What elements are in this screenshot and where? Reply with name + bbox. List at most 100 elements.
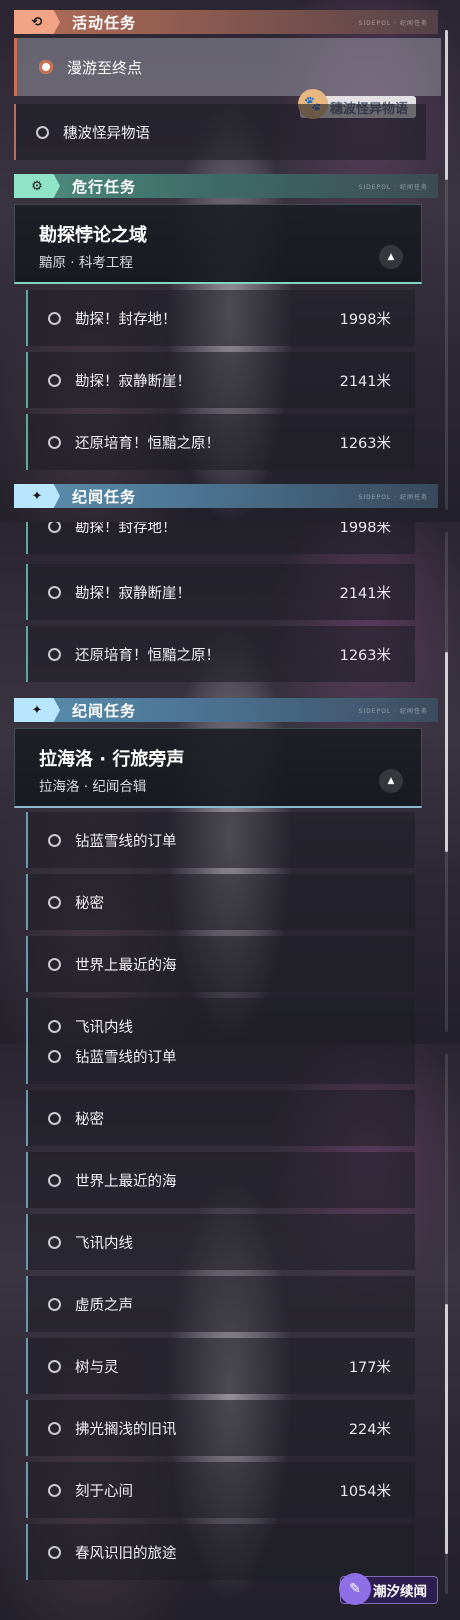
scrollbar[interactable]: [445, 532, 448, 1032]
task-row[interactable]: 还原培育！恒黯之原！ 1263米: [26, 626, 415, 682]
radio-icon: [48, 647, 61, 661]
task-name: 勘探！寂静断崖！: [75, 585, 191, 602]
task-row[interactable]: 钻蓝雪线的订单: [26, 812, 415, 868]
quest-group-card[interactable]: 拉海洛 · 行旅旁声 拉海洛 · 纪闻合辑 ▲: [14, 728, 422, 808]
task-distance: 2141米: [339, 373, 391, 390]
task-row[interactable]: 拂光搁浅的旧讯 224米: [26, 1400, 415, 1456]
quest-panel-segment-3: 钻蓝雪线的订单 秘密 世界上最近的海 飞讯内线 虚质之声 树与灵 177米 拂光…: [0, 1044, 460, 1620]
radio-icon: [48, 373, 61, 387]
task-name: 刻于心间: [75, 1483, 133, 1500]
task-row[interactable]: 还原培育！恒黯之原！ 1263米: [26, 414, 415, 470]
task-distance: 1054米: [339, 1483, 391, 1500]
task-row[interactable]: 树与灵 177米: [26, 1338, 415, 1394]
category-label: 纪闻任务: [72, 487, 137, 506]
scrollbar-thumb[interactable]: [445, 30, 448, 180]
task-name: 秘密: [75, 1111, 104, 1128]
task-row[interactable]: 飞讯内线: [26, 1214, 415, 1270]
radio-icon: [48, 522, 61, 533]
task-row[interactable]: 勘探！封存地！ 1998米: [26, 290, 415, 346]
category-header-chronicle[interactable]: ✦ 纪闻任务 SIDEPOL · 纪闻任务: [14, 484, 438, 508]
category-label: 活动任务: [72, 13, 137, 32]
alert-gear-icon: ⚙: [14, 174, 60, 198]
task-name: 秘密: [75, 895, 104, 912]
task-row[interactable]: 飞讯内线: [26, 998, 415, 1044]
header-decoration: SIDEPOL · 纪闻任务: [358, 19, 428, 27]
task-distance: 2141米: [339, 585, 391, 602]
sparkle-icon: ✦: [14, 484, 60, 508]
task-name: 勘探！寂静断崖！: [75, 373, 191, 390]
radio-icon: [48, 957, 61, 971]
task-distance: 1263米: [339, 647, 391, 664]
task-name: 世界上最近的海: [75, 1173, 177, 1190]
radio-icon: [48, 435, 61, 449]
header-decoration: SIDEPOL · 纪闻任务: [358, 707, 428, 715]
radio-icon: [48, 895, 61, 909]
scrollbar-thumb[interactable]: [445, 652, 448, 852]
header-decoration: SIDEPOL · 纪闻任务: [358, 183, 428, 191]
header-decoration: SIDEPOL · 纪闻任务: [358, 493, 428, 501]
radio-icon: [48, 1297, 61, 1311]
radio-icon: [48, 1235, 61, 1249]
radio-icon: [48, 1049, 61, 1063]
radio-icon: [48, 1019, 61, 1033]
scrollbar[interactable]: [445, 30, 448, 510]
task-row[interactable]: 刻于心间 1054米: [26, 1462, 415, 1518]
category-header-chronicle[interactable]: ✦ 纪闻任务 SIDEPOL · 纪闻任务: [14, 698, 438, 722]
triangle-up-icon[interactable]: ▲: [379, 769, 403, 793]
quest-group-card[interactable]: 勘探悖论之域 黯原 · 科考工程 ▲: [14, 204, 422, 284]
refresh-icon: ⟲: [14, 10, 60, 34]
task-name: 还原培育！恒黯之原！: [75, 435, 220, 452]
radio-icon: [48, 1111, 61, 1125]
task-row[interactable]: 世界上最近的海: [26, 936, 415, 992]
radio-selected-icon: [39, 60, 53, 74]
task-row[interactable]: 秘密: [26, 874, 415, 930]
radio-icon: [48, 833, 61, 847]
task-row[interactable]: 虚质之声: [26, 1276, 415, 1332]
quest-group-subtitle: 黯原 · 科考工程: [39, 255, 133, 271]
scrollbar-thumb[interactable]: [445, 1304, 448, 1554]
radio-icon: [48, 1421, 61, 1435]
task-row[interactable]: 勘探！寂静断崖！ 2141米: [26, 352, 415, 408]
triangle-up-icon[interactable]: ▲: [379, 245, 403, 269]
quest-panel-segment-2: 勘探！封存地！ 1998米 勘探！寂静断崖！ 2141米 还原培育！恒黯之原！ …: [0, 522, 460, 1044]
radio-icon: [48, 1359, 61, 1373]
quest-group-title: 拉海洛 · 行旅旁声: [39, 749, 185, 770]
task-distance: 1998米: [339, 311, 391, 328]
task-name: 勘探！封存地！: [75, 311, 177, 328]
task-name: 拂光搁浅的旧讯: [75, 1421, 177, 1438]
task-name: 虚质之声: [75, 1297, 133, 1314]
tidal-event-badge[interactable]: ✎ 潮汐续闻: [339, 1573, 438, 1605]
category-header-activity[interactable]: ⟲ 活动任务 SIDEPOL · 纪闻任务: [14, 10, 438, 34]
task-name: 漫游至终点: [67, 58, 143, 77]
quest-panel-segment-1: ⟲ 活动任务 SIDEPOL · 纪闻任务 漫游至终点 🐾 穗波怪异物语 穗波怪…: [0, 0, 460, 522]
task-name: 树与灵: [75, 1359, 119, 1376]
radio-icon: [48, 1173, 61, 1187]
task-row-selected[interactable]: 漫游至终点: [14, 38, 441, 96]
task-distance: 1998米: [339, 522, 391, 536]
task-distance: 1263米: [339, 435, 391, 452]
task-name: 钻蓝雪线的订单: [75, 1049, 177, 1066]
task-distance: 224米: [348, 1421, 391, 1438]
task-name: 飞讯内线: [75, 1235, 133, 1252]
sparkle-icon: ✦: [14, 698, 60, 722]
task-row[interactable]: 钻蓝雪线的订单: [26, 1044, 415, 1084]
task-name: 穗波怪异物语: [63, 125, 150, 142]
category-label: 危行任务: [72, 177, 137, 196]
radio-icon: [48, 1545, 61, 1559]
quest-group-title: 勘探悖论之域: [39, 225, 147, 246]
tidal-event-badge-label: 潮汐续闻: [373, 1584, 427, 1600]
task-row[interactable]: 穗波怪异物语: [14, 104, 426, 160]
task-row[interactable]: 世界上最近的海: [26, 1152, 415, 1208]
radio-icon: [36, 125, 49, 139]
task-name: 还原培育！恒黯之原！: [75, 647, 220, 664]
quest-group-subtitle: 拉海洛 · 纪闻合辑: [39, 779, 147, 795]
task-row[interactable]: 勘探！寂静断崖！ 2141米: [26, 564, 415, 620]
category-header-danger[interactable]: ⚙ 危行任务 SIDEPOL · 纪闻任务: [14, 174, 438, 198]
task-row[interactable]: 春风识旧的旅途: [26, 1524, 415, 1580]
task-row[interactable]: 勘探！封存地！ 1998米: [26, 522, 415, 554]
task-row[interactable]: 秘密: [26, 1090, 415, 1146]
task-name: 世界上最近的海: [75, 957, 177, 974]
tidal-icon: ✎: [339, 1573, 371, 1605]
scrollbar[interactable]: [445, 1054, 448, 1594]
category-label: 纪闻任务: [72, 701, 137, 720]
